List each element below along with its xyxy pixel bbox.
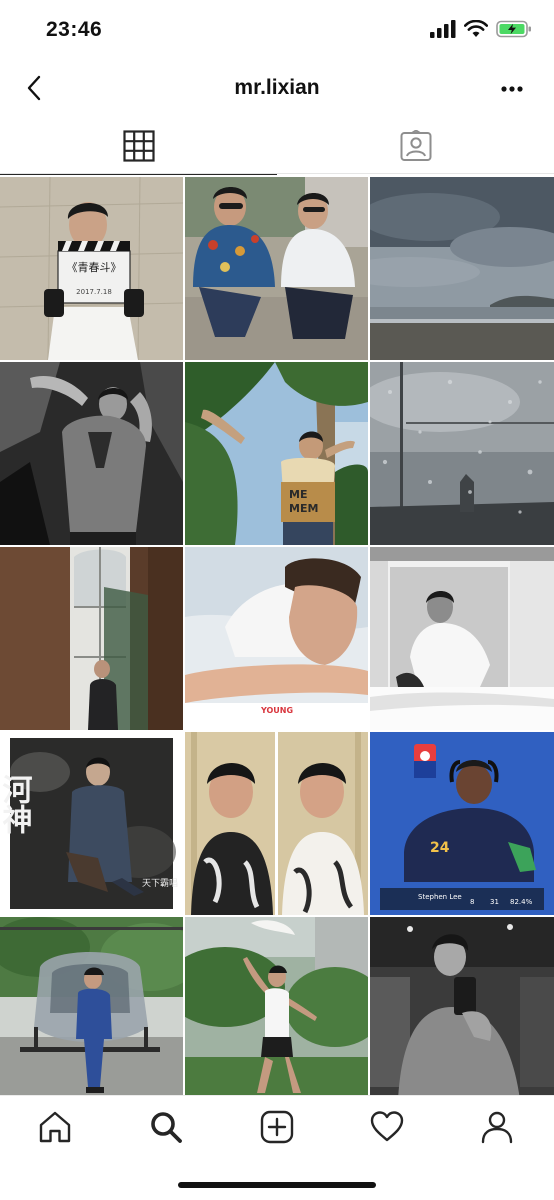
game-jersey-number: 24 [430, 840, 450, 856]
poster-title: 河神 [0, 774, 33, 834]
status-time: 23:46 [46, 18, 103, 41]
post-thumbnail-drama-poster[interactable]: 河神 天下霸唱 [0, 732, 183, 915]
profile-icon [481, 1111, 513, 1144]
profile-username: mr.lixian [234, 76, 320, 99]
home-icon [39, 1111, 71, 1143]
photo-cloudy-sea [370, 177, 554, 360]
game-stat-3: 82.4% [510, 898, 533, 906]
photo-palm-tree: ME MEM [185, 362, 368, 545]
posts-grid: 《青春斗》 2017.7.18 ME MEM YOUNG 河神 天下霸唱 24 … [0, 177, 554, 1100]
game-stat-2: 31 [490, 898, 499, 906]
photo-rainy-window [370, 362, 554, 545]
status-icons [430, 20, 532, 38]
svg-text:MEM: MEM [289, 502, 318, 515]
photo-window-room [0, 547, 183, 730]
post-thumbnail-cloudy-sea[interactable] [370, 177, 554, 360]
more-options-button[interactable] [496, 74, 528, 104]
post-thumbnail-clapperboard[interactable]: 《青春斗》 2017.7.18 [0, 177, 183, 360]
nav-search[interactable] [136, 1104, 196, 1150]
photo-park-umbrella [185, 917, 368, 1100]
photo-flexing [0, 362, 183, 545]
post-thumbnail-rainy-window[interactable] [370, 362, 554, 545]
search-icon [151, 1112, 182, 1143]
profile-header: mr.lixian [0, 60, 554, 118]
post-thumbnail-window-room[interactable] [0, 547, 183, 730]
magazine-logo: YOUNG [260, 706, 293, 715]
nav-profile[interactable] [467, 1104, 527, 1150]
tab-posts-grid[interactable] [0, 118, 277, 175]
photo-drama-poster: 河神 天下霸唱 [0, 732, 183, 915]
add-post-icon [260, 1110, 294, 1144]
clapperboard-date: 2017.7.18 [76, 288, 112, 296]
post-thumbnail-bed-portrait[interactable] [370, 547, 554, 730]
post-thumbnail-helicopter[interactable] [0, 917, 183, 1100]
profile-tabs [0, 118, 554, 175]
photo-selfies [185, 732, 368, 915]
nav-home[interactable] [25, 1104, 85, 1150]
game-player-name: Stephen Lee [418, 893, 462, 901]
photo-head-on-arms: YOUNG [185, 547, 368, 730]
photo-nba-game: 24 Stephen Lee 8 31 82.4% [370, 732, 554, 915]
heart-icon [370, 1111, 404, 1142]
nav-new-post[interactable] [247, 1104, 307, 1150]
photo-gym-selfie [370, 917, 554, 1100]
post-thumbnail-flexing[interactable] [0, 362, 183, 545]
post-thumbnail-gym-selfie[interactable] [370, 917, 554, 1100]
svg-text:ME: ME [289, 488, 307, 501]
status-bar: 23:46 [0, 0, 554, 60]
nav-activity[interactable] [357, 1104, 417, 1150]
photo-two-friends [185, 177, 368, 360]
poster-credit: 天下霸唱 [142, 878, 178, 889]
post-thumbnail-park-umbrella[interactable] [185, 917, 368, 1100]
wifi-icon [464, 20, 488, 37]
clapperboard-title: 《青春斗》 [67, 261, 122, 274]
battery-charging-icon [496, 20, 531, 38]
grid-icon [122, 130, 155, 162]
photo-bed-portrait [370, 547, 554, 730]
photo-helicopter [0, 917, 183, 1100]
post-thumbnail-nba-game[interactable]: 24 Stephen Lee 8 31 82.4% [370, 732, 554, 915]
tab-tagged[interactable] [277, 118, 554, 174]
post-thumbnail-head-on-arms[interactable]: YOUNG [185, 547, 368, 730]
post-thumbnail-two-friends[interactable] [185, 177, 368, 360]
photo-clapperboard: 《青春斗》 2017.7.18 [0, 177, 183, 360]
home-indicator[interactable] [178, 1182, 376, 1188]
post-thumbnail-palm-tree[interactable]: ME MEM [185, 362, 368, 545]
tab-active-indicator [0, 174, 277, 175]
post-thumbnail-selfies[interactable] [185, 732, 368, 915]
game-stat-1: 8 [470, 898, 474, 906]
tagged-person-icon [400, 130, 431, 161]
more-horizontal-icon [501, 86, 523, 92]
signal-icon [430, 20, 456, 38]
